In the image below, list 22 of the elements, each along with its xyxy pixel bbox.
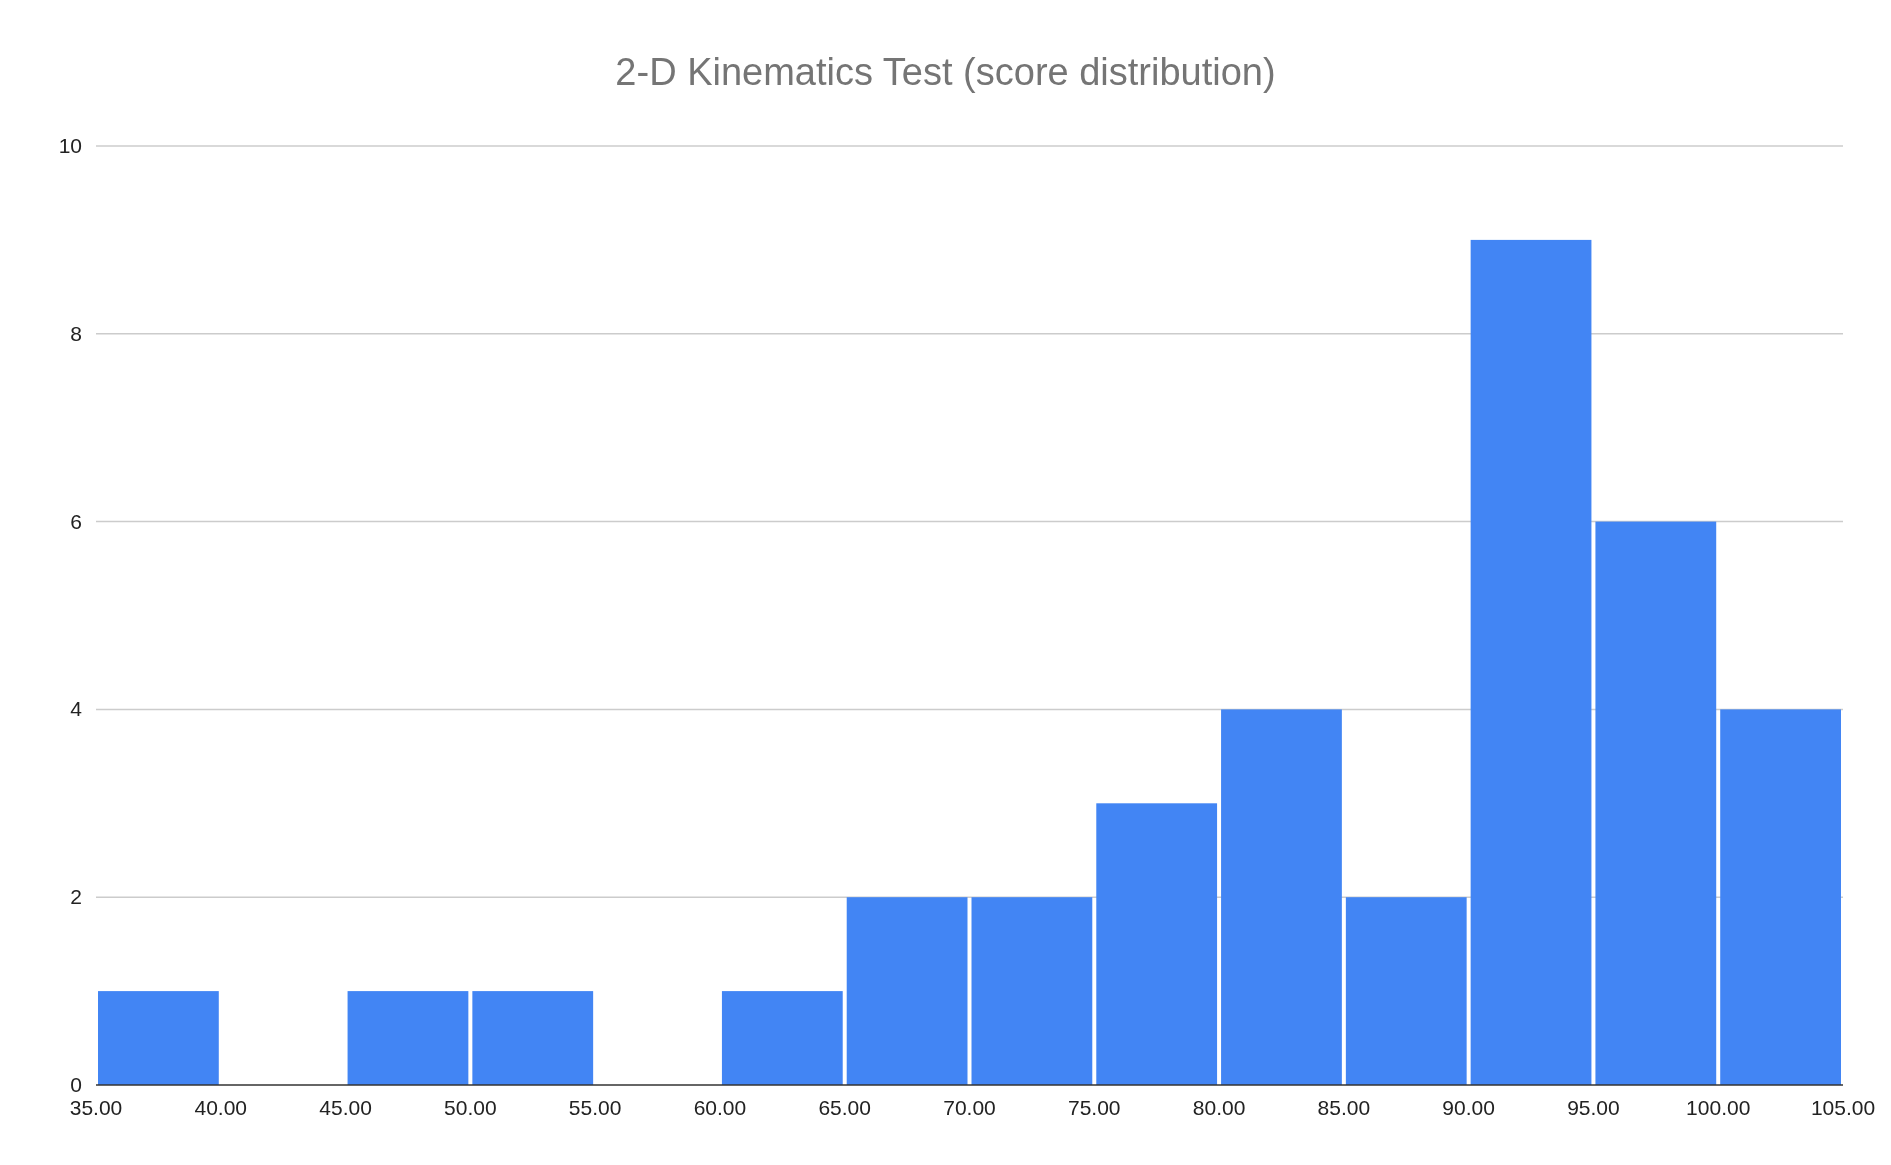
x-tick-label: 45.00	[319, 1096, 372, 1119]
x-tick-label: 50.00	[444, 1096, 497, 1119]
x-tick-label: 85.00	[1317, 1096, 1371, 1119]
y-tick-label: 8	[70, 321, 82, 345]
x-tick-label: 80.00	[1192, 1096, 1246, 1119]
x-tick-label: 75.00	[1068, 1096, 1121, 1119]
y-tick-label: 4	[70, 697, 82, 721]
y-tick-label: 6	[70, 509, 82, 533]
y-tick-label: 2	[70, 885, 82, 909]
x-tick-label: 95.00	[1567, 1096, 1620, 1119]
x-tick-label: 60.00	[693, 1096, 747, 1119]
x-tick-label: 105.00	[1810, 1096, 1876, 1119]
x-tick-label: 35.00	[69, 1096, 123, 1119]
y-tick-label: 10	[58, 134, 82, 157]
y-tick-label: 0	[70, 1073, 82, 1096]
x-tick-label: 55.00	[568, 1096, 622, 1119]
chart-title: 2-D Kinematics Test (score distribution)	[615, 50, 1276, 95]
x-tick-label: 90.00	[1442, 1096, 1495, 1119]
x-tick-label: 100.00	[1686, 1096, 1751, 1119]
x-tick-label: 40.00	[194, 1096, 248, 1119]
x-tick-label: 65.00	[818, 1096, 871, 1119]
x-tick-label: 70.00	[943, 1096, 996, 1119]
